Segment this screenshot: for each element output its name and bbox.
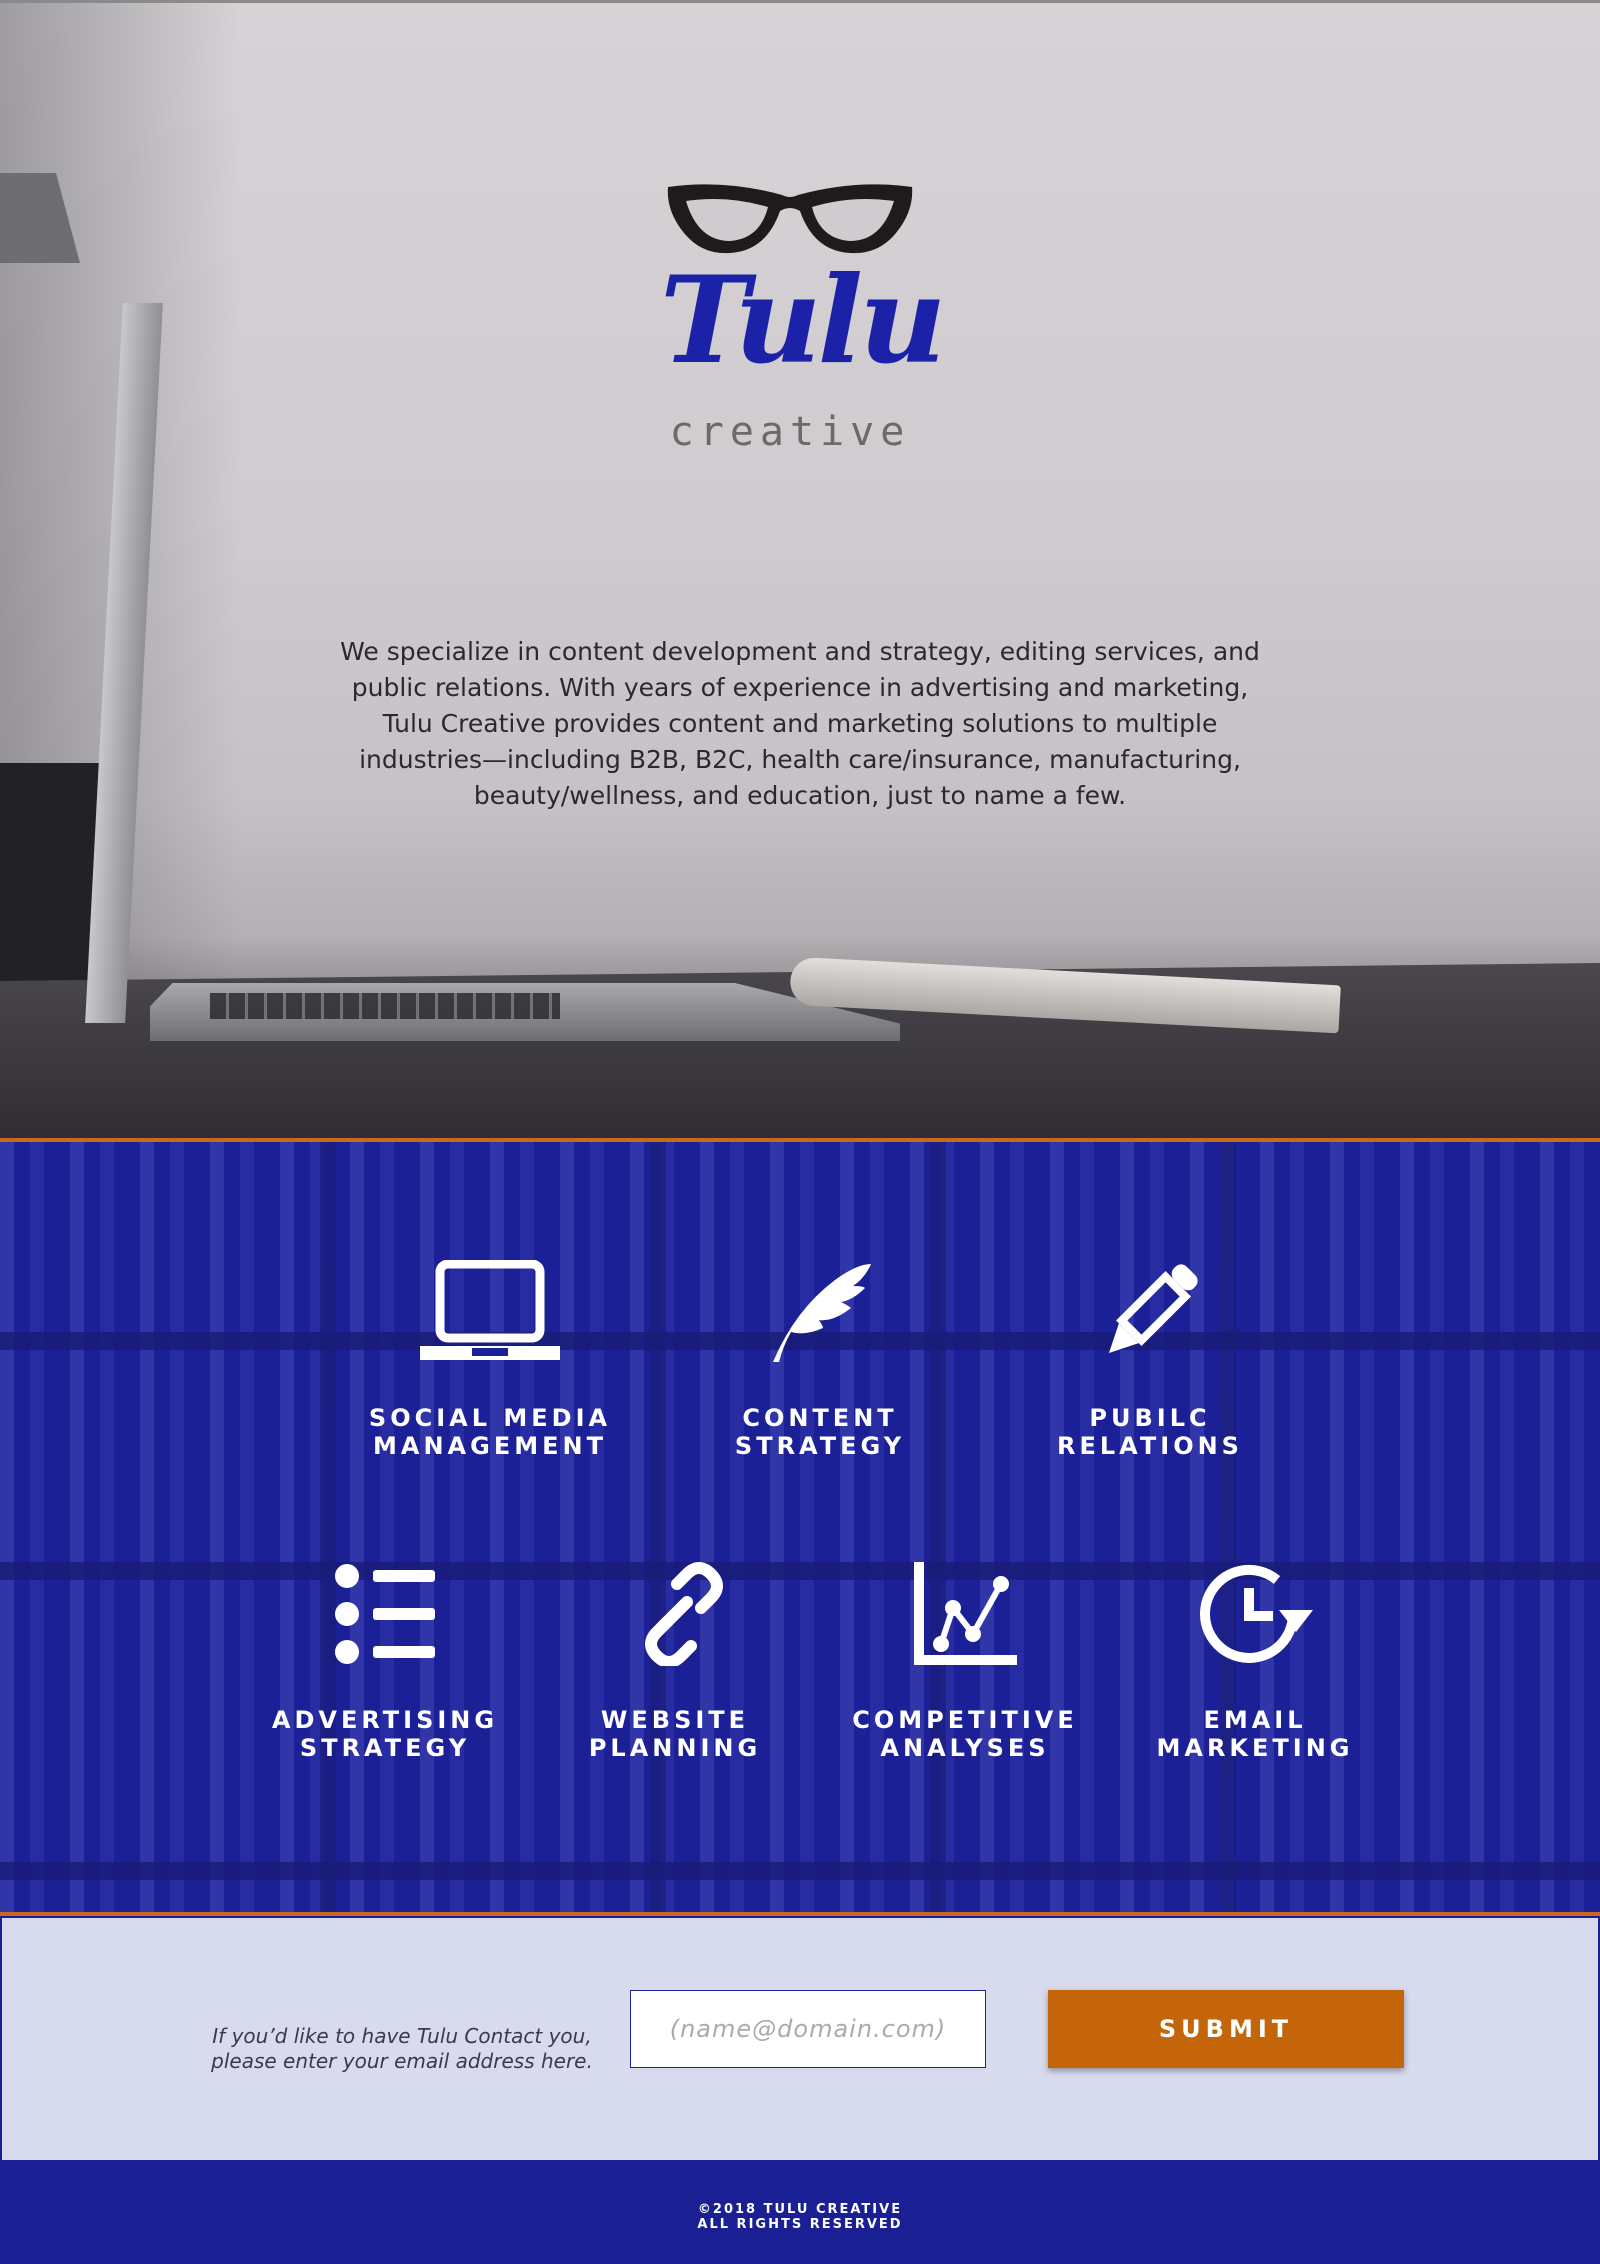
glasses-icon	[667, 184, 913, 254]
brand-logo[interactable]: Tulu creative	[660, 181, 946, 471]
pencil-icon	[1108, 1264, 1198, 1354]
services-section: SOCIAL MEDIA MANAGEMENT CONTENT STRATEGY…	[0, 1138, 1600, 1916]
service-label: WEBSITE PLANNING	[588, 1706, 762, 1762]
rights-text: ALL RIGHTS RESERVED	[697, 2217, 903, 2232]
service-label: PUBILC RELATIONS	[1057, 1404, 1243, 1460]
link-icon	[645, 1562, 723, 1666]
laptop-icon	[420, 1260, 560, 1360]
bookshelf-background	[0, 1142, 1600, 1912]
shelf-board	[0, 1862, 1600, 1880]
service-label: EMAIL MARKETING	[1156, 1706, 1354, 1762]
intro-paragraph: We specialize in content development and…	[340, 637, 1260, 810]
service-label: ADVERTISING STRATEGY	[271, 1706, 499, 1762]
service-label: COMPETITIVE ANALYSES	[852, 1706, 1078, 1762]
service-content-strategy[interactable]: CONTENT STRATEGY	[680, 1260, 960, 1460]
service-competitive-analyses[interactable]: COMPETITIVE ANALYSES	[825, 1562, 1105, 1762]
service-label: SOCIAL MEDIA MANAGEMENT	[368, 1404, 612, 1460]
shelf-post	[650, 1142, 666, 1912]
service-website-planning[interactable]: WEBSITE PLANNING	[535, 1562, 815, 1762]
laptop-keys-shape	[210, 993, 560, 1019]
service-advertising[interactable]: ADVERTISING STRATEGY	[245, 1562, 525, 1762]
copyright-text: ©2018 TULU CREATIVE	[697, 2202, 903, 2217]
shelf-post	[930, 1142, 946, 1912]
email-input[interactable]	[630, 1990, 986, 2068]
brand-wordmark: Tulu	[660, 250, 946, 391]
feather-icon	[773, 1264, 871, 1362]
service-public-relations[interactable]: PUBILC RELATIONS	[1010, 1260, 1290, 1460]
list-icon	[335, 1564, 435, 1664]
clock-refresh-icon	[1200, 1565, 1313, 1663]
submit-button[interactable]: SUBMIT	[1048, 1990, 1404, 2068]
shelf-post	[1220, 1142, 1236, 1912]
service-label: CONTENT STRATEGY	[734, 1404, 906, 1460]
brand-tagline: creative	[669, 409, 911, 455]
contact-prompt: If you’d like to have Tulu Contact you, …	[211, 2024, 593, 2073]
contact-section: If you’d like to have Tulu Contact you, …	[0, 1916, 1600, 2162]
service-email-marketing[interactable]: EMAIL MARKETING	[1115, 1562, 1395, 1762]
hero-section: Tulu creative We specialize in content d…	[0, 0, 1600, 1141]
line-chart-icon	[914, 1562, 1017, 1665]
service-social-media[interactable]: SOCIAL MEDIA MANAGEMENT	[350, 1260, 630, 1460]
shelf-post	[320, 1142, 336, 1912]
footer: ©2018 TULU CREATIVE ALL RIGHTS RESERVED	[0, 2162, 1600, 2264]
